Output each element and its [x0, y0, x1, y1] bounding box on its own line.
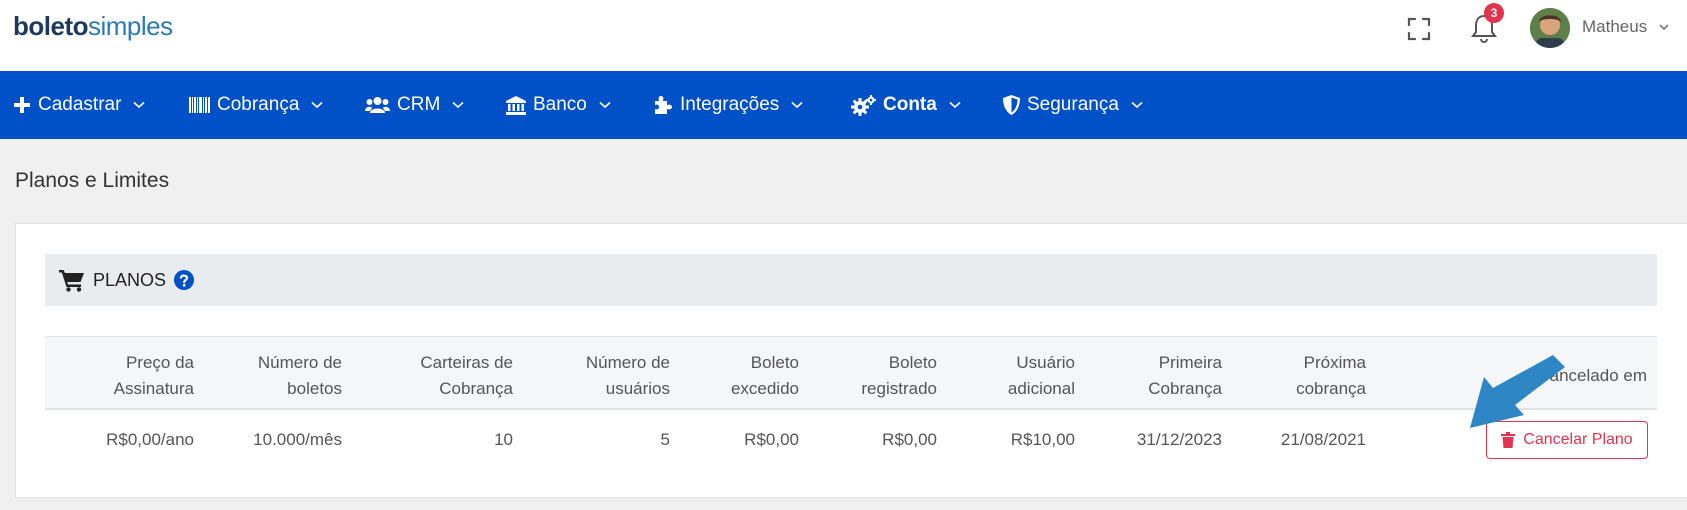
nav-item-banco[interactable]: Banco	[506, 71, 611, 139]
nav-item-integracoes[interactable]: Integrações	[653, 71, 803, 139]
main-navbar: Cadastrar Cobrança CRM Banco Integrações	[0, 71, 1687, 139]
table-row: R$0,00/ano 10.000/mês 10 5 R$0,00 R$0,00…	[45, 410, 1657, 470]
column-header-preco: Preço da Assinatura	[113, 353, 194, 398]
top-header: boletosimples 3 Matheus	[0, 0, 1687, 71]
cell-preco: R$0,00/ano	[106, 430, 194, 449]
shopping-cart-icon	[59, 269, 84, 292]
bank-icon	[506, 95, 526, 115]
column-header-carteiras: Carteiras de Cobrança	[420, 353, 513, 398]
column-header-boleto-registrado: Boleto registrado	[861, 353, 937, 398]
chevron-down-icon[interactable]	[1658, 22, 1670, 32]
notification-badge: 3	[1484, 3, 1504, 23]
nav-item-crm[interactable]: CRM	[365, 71, 464, 139]
annotation-arrow-icon	[1470, 355, 1565, 428]
fullscreen-icon[interactable]	[1405, 15, 1433, 43]
column-header-proxima-cobranca: Próxima cobrança	[1296, 353, 1366, 398]
chevron-down-icon	[791, 101, 803, 109]
plans-table-header: Preço da Assinatura Número de boletos Cart…	[45, 336, 1657, 410]
cell-usuarios: 5	[660, 430, 670, 449]
cell-boletos: 10.000/mês	[253, 430, 342, 449]
cell-primeira-cobranca: 31/12/2023	[1136, 430, 1222, 449]
nav-item-seguranca[interactable]: Segurança	[1003, 71, 1143, 139]
plans-card-header: PLANOS	[45, 254, 1657, 306]
user-avatar[interactable]	[1530, 8, 1570, 48]
nav-item-cobranca[interactable]: Cobrança	[189, 71, 323, 139]
trash-icon	[1501, 432, 1516, 448]
chevron-down-icon	[949, 101, 961, 109]
chevron-down-icon	[311, 101, 323, 109]
column-header-boletos: Número de boletos	[257, 353, 342, 398]
nav-item-conta[interactable]: Conta	[851, 71, 961, 139]
column-header-boleto-excedido: Boleto excedido	[730, 353, 799, 398]
cell-usuario-adicional: R$10,00	[1010, 430, 1075, 449]
chevron-down-icon	[452, 101, 464, 109]
cell-carteiras: 10	[494, 430, 513, 449]
user-name[interactable]: Matheus	[1582, 16, 1647, 38]
plans-card: PLANOS Preço da Assinatura Número de bolet…	[15, 223, 1687, 498]
help-circle-icon[interactable]	[174, 270, 195, 290]
boleto-simples-logo[interactable]: boletosimples	[13, 11, 173, 41]
barcode-icon	[189, 97, 210, 113]
cell-boleto-excedido: R$0,00	[744, 430, 799, 449]
plus-icon	[14, 97, 30, 113]
users-icon	[365, 97, 390, 113]
chevron-down-icon	[599, 101, 611, 109]
column-header-usuarios: Número de usuários	[585, 353, 670, 398]
column-header-primeira-cobranca: Primeira Cobrança	[1148, 353, 1222, 398]
cell-proxima-cobranca: 21/08/2021	[1280, 430, 1366, 449]
nav-item-cadastrar[interactable]: Cadastrar	[13, 71, 145, 139]
column-header-usuario-adicional: Usuário adicional	[1007, 353, 1075, 398]
page-title: Planos e Limites	[15, 169, 170, 192]
gears-icon	[851, 94, 876, 116]
shield-icon	[1003, 95, 1020, 115]
plans-title: PLANOS	[93, 269, 167, 290]
chevron-down-icon	[133, 101, 145, 109]
chevron-down-icon	[1131, 101, 1143, 109]
puzzle-icon	[655, 96, 672, 114]
cell-boleto-registrado: R$0,00	[882, 430, 937, 449]
